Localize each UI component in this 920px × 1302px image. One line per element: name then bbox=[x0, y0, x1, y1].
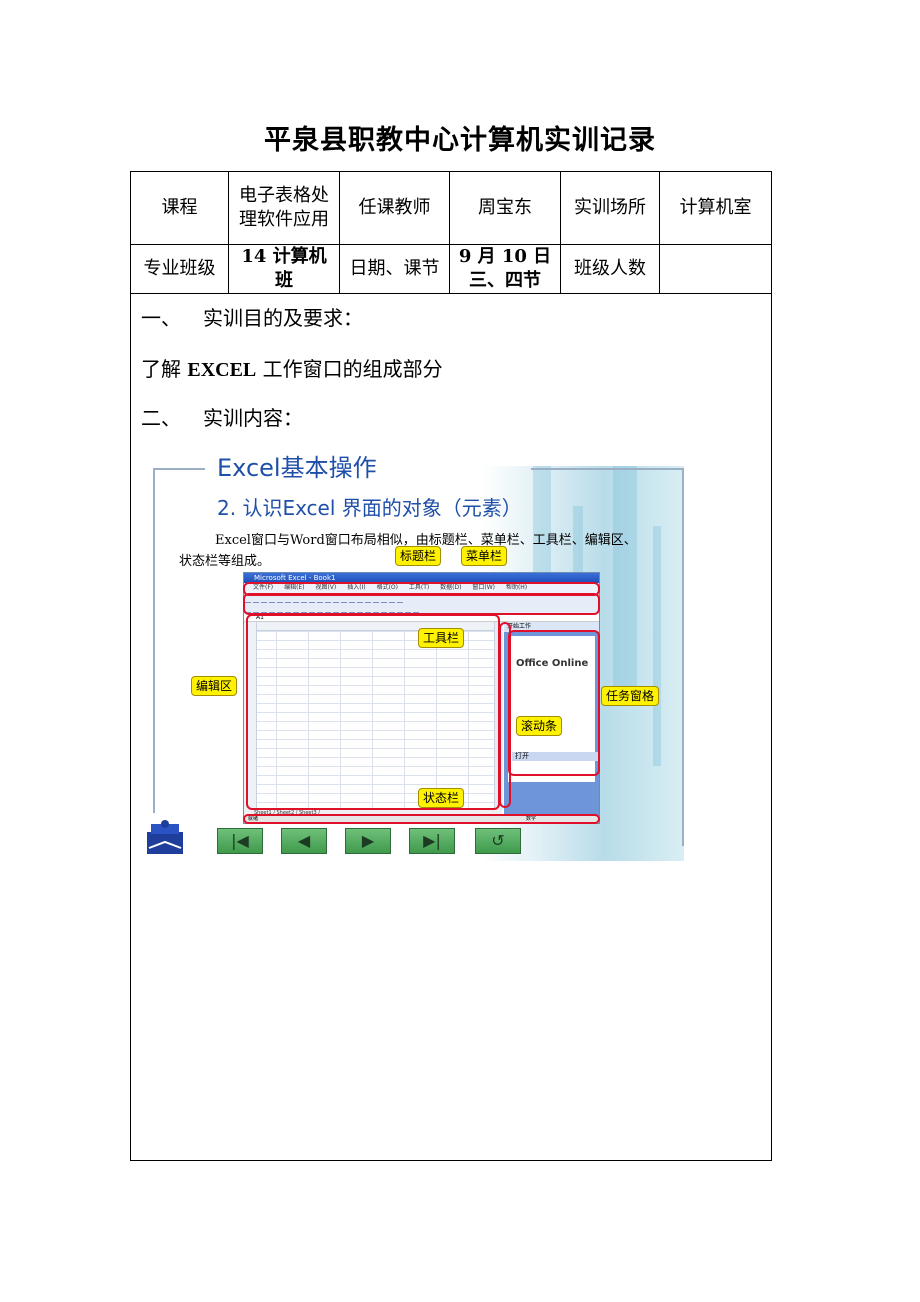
objective-suffix: 工作窗口的组成部分 bbox=[256, 357, 443, 381]
section-1-number: 一、 bbox=[141, 306, 181, 330]
highlight-toolbar bbox=[243, 593, 600, 615]
section-2-heading: 二、 实训内容： bbox=[141, 406, 303, 430]
table-row: 课程 电子表格处理软件应用 任课教师 周宝东 实训场所 计算机室 bbox=[130, 171, 772, 245]
callout-toolbar: 工具栏 bbox=[418, 628, 465, 648]
highlight-status-bar bbox=[243, 814, 600, 824]
callout-menu-bar: 菜单栏 bbox=[461, 546, 508, 566]
slide-image: Excel基本操作 2. 认识Excel 界面的对象（元素） Excel窗口与W… bbox=[147, 456, 684, 861]
callout-title-bar: 标题栏 bbox=[395, 546, 442, 566]
label-class-size: 班级人数 bbox=[560, 244, 660, 294]
next-icon[interactable]: ▶ bbox=[345, 828, 391, 854]
highlight-task-pane bbox=[508, 630, 600, 776]
label-class: 专业班级 bbox=[130, 244, 229, 294]
label-date: 日期、课节 bbox=[339, 244, 450, 294]
content-cell: 一、 实训目的及要求： 了解 EXCEL 工作窗口的组成部分 二、 实训内容： Ex… bbox=[130, 293, 772, 1161]
objective-excel: EXCEL bbox=[187, 359, 257, 381]
section-2-number: 二、 bbox=[141, 406, 181, 430]
section-2-title: 实训内容： bbox=[203, 406, 303, 430]
slide-subheading: 2. 认识Excel 界面的对象（元素） bbox=[217, 496, 522, 520]
books-logo-icon bbox=[147, 820, 183, 854]
objective-text: 了解 EXCEL 工作窗口的组成部分 bbox=[141, 357, 443, 382]
value-class: 14 计算机班 bbox=[228, 244, 340, 294]
slide-heading: Excel基本操作 bbox=[217, 454, 377, 482]
objective-prefix: 了解 bbox=[141, 357, 188, 381]
value-teacher: 周宝东 bbox=[449, 171, 561, 245]
last-icon[interactable]: ▶| bbox=[409, 828, 455, 854]
label-course: 课程 bbox=[130, 171, 229, 245]
table-row: 专业班级 14 计算机班 日期、课节 9 月 10 日三、四节 班级人数 bbox=[130, 244, 772, 294]
first-icon[interactable]: |◀ bbox=[217, 828, 263, 854]
label-location: 实训场所 bbox=[560, 171, 660, 245]
value-date: 9 月 10 日三、四节 bbox=[449, 244, 561, 294]
callout-scroll-bar: 滚动条 bbox=[516, 716, 563, 736]
section-1-title: 实训目的及要求： bbox=[203, 306, 363, 330]
callout-edit-area: 编辑区 bbox=[191, 676, 238, 696]
value-class-size bbox=[659, 244, 772, 294]
value-course: 电子表格处理软件应用 bbox=[228, 171, 340, 245]
value-location: 计算机室 bbox=[659, 171, 772, 245]
return-icon[interactable]: ↺ bbox=[475, 828, 521, 854]
label-teacher: 任课教师 bbox=[339, 171, 450, 245]
prev-icon[interactable]: ◀ bbox=[281, 828, 327, 854]
callout-task-pane: 任务窗格 bbox=[601, 686, 660, 706]
page-title: 平泉县职教中心计算机实训记录 bbox=[264, 125, 656, 156]
record-table: 课程 电子表格处理软件应用 任课教师 周宝东 实训场所 计算机室 专业班级 14… bbox=[130, 171, 772, 1161]
section-1-heading: 一、 实训目的及要求： bbox=[141, 306, 363, 330]
callout-status-bar: 状态栏 bbox=[418, 788, 465, 808]
